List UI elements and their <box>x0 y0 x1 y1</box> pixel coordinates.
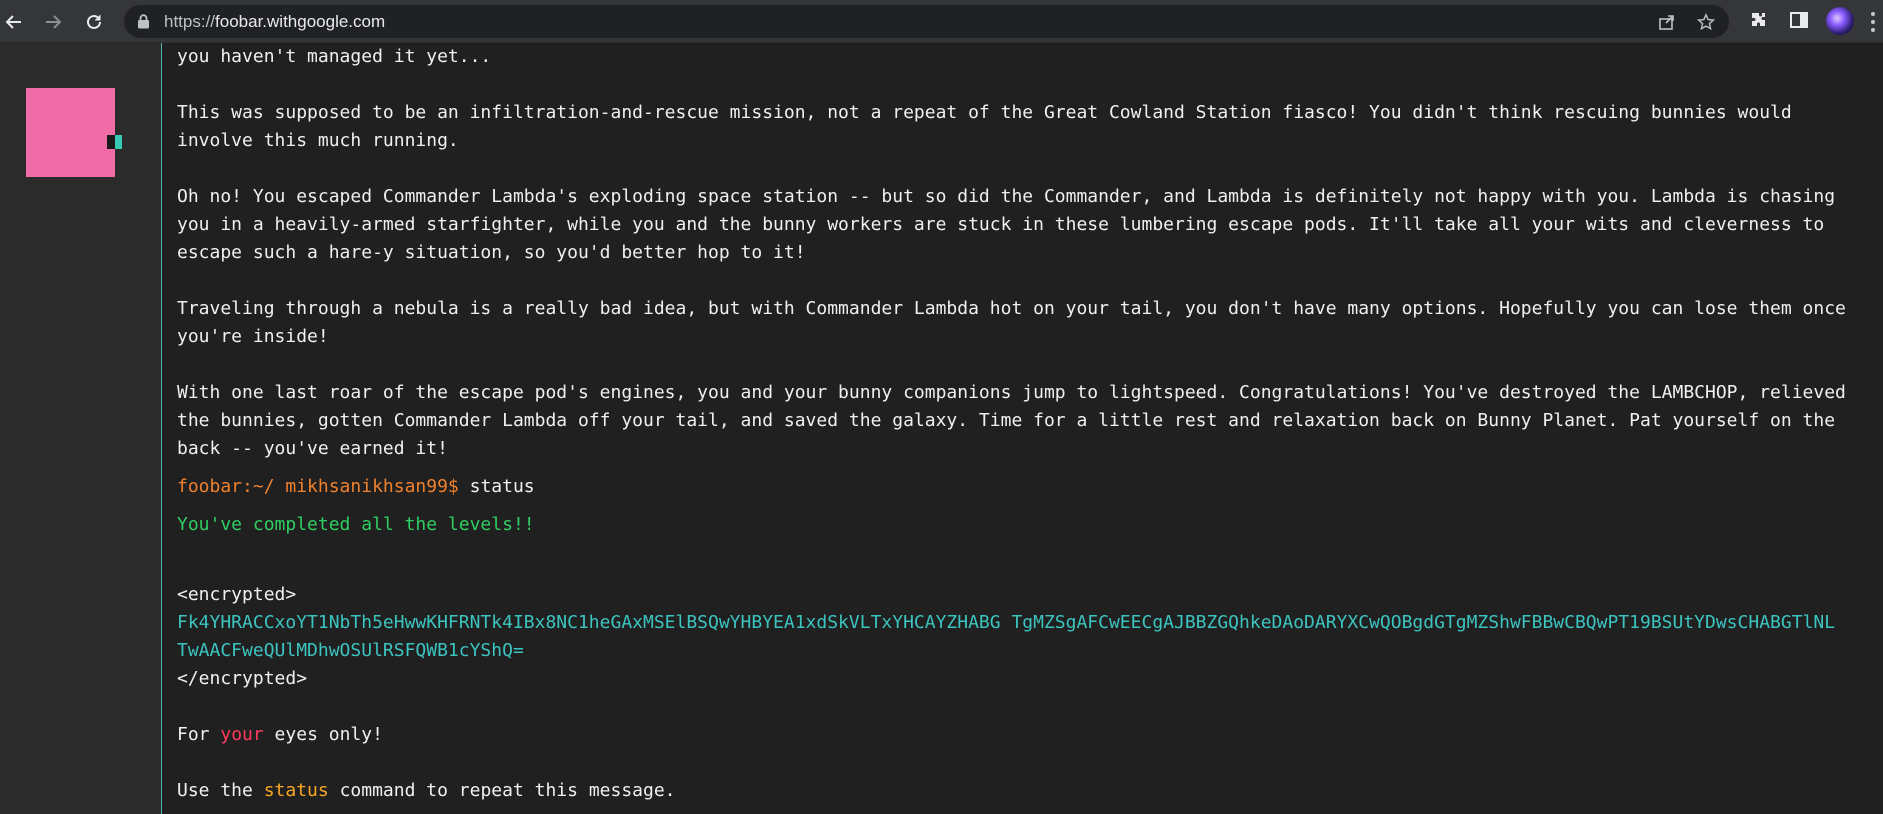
cursor-accent-icon <box>115 135 122 149</box>
typed-command: status <box>458 476 535 497</box>
reload-icon[interactable] <box>80 8 108 36</box>
encrypted-close-tag: </encrypted> <box>177 668 308 689</box>
status-hint-suffix: command to repeat this message. <box>328 780 676 801</box>
browser-toolbar: https://foobar.withgoogle.com <box>0 0 1883 43</box>
completion-message: You've completed all the levels!! <box>177 514 535 535</box>
eyes-only-suffix: eyes only! <box>263 724 383 745</box>
lock-icon[interactable] <box>137 14 150 33</box>
foobar-logo <box>26 88 115 177</box>
url-scheme: https:// <box>164 12 216 31</box>
eyes-only-prefix: For <box>177 724 221 745</box>
eyes-only-line: For your eyes only! <box>177 721 1867 749</box>
story-line: back -- you've earned it! <box>177 438 448 459</box>
story-line: escape such a hare-y situation, so you'd… <box>177 242 806 263</box>
story-line: With one last roar of the escape pod's e… <box>177 382 1846 403</box>
shell-prompt: foobar:~/ mikhsanikhsan99$ <box>177 476 459 497</box>
story-line: you in a heavily-armed starfighter, whil… <box>177 214 1825 235</box>
command-line: foobar:~/ mikhsanikhsan99$ status <box>177 473 1867 501</box>
status-hint-line: Use the status command to repeat this me… <box>177 777 1867 805</box>
more-vertical-icon[interactable] <box>1870 12 1876 32</box>
puzzle-icon[interactable] <box>1749 10 1769 34</box>
story-line: involve this much running. <box>177 130 459 151</box>
address-bar[interactable]: https://foobar.withgoogle.com <box>124 5 1729 38</box>
cursor-block-icon <box>107 135 115 149</box>
url-text[interactable]: https://foobar.withgoogle.com <box>164 12 385 32</box>
arrow-left-icon[interactable] <box>0 8 28 36</box>
intro-tail: you haven't managed it yet... <box>177 46 492 67</box>
share-icon[interactable] <box>1658 13 1676 31</box>
story-line: Traveling through a nebula is a really b… <box>177 298 1846 319</box>
status-hint-prefix: Use the <box>177 780 264 801</box>
avatar[interactable] <box>1826 7 1854 35</box>
status-command-highlight: status <box>263 780 329 801</box>
url-host: foobar.withgoogle.com <box>215 12 386 31</box>
star-icon[interactable] <box>1696 13 1716 31</box>
terminal-output[interactable]: you haven't managed it yet... This was s… <box>177 43 1867 814</box>
story-line: Oh no! You escaped Commander Lambda's ex… <box>177 186 1836 207</box>
encrypted-open-tag: <encrypted> <box>177 584 297 605</box>
story-line: you're inside! <box>177 326 329 347</box>
encrypted-payload-line[interactable]: Fk4YHRACCxoYT1NbTh5eHwwKHFRNTk4IBx8NC1he… <box>177 609 1867 637</box>
story-line: the bunnies, gotten Commander Lambda off… <box>177 410 1836 431</box>
encrypted-payload-line[interactable]: TwAACFweQUlMDhwOSUlRSFQWB1cYShQ= <box>177 637 1867 665</box>
side-panel-icon[interactable] <box>1789 10 1809 34</box>
sidebar <box>0 43 162 814</box>
arrow-right-icon[interactable] <box>39 8 67 36</box>
story-line: This was supposed to be an infiltration-… <box>177 102 1792 123</box>
eyes-only-emphasis: your <box>220 724 264 745</box>
